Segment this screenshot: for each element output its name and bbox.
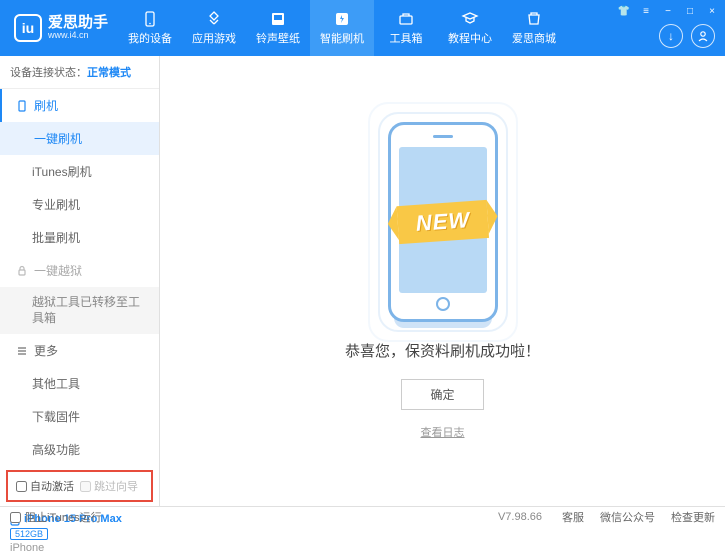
sidebar: 设备连接状态：正常模式 刷机 一键刷机 iTunes刷机 专业刷机 批量刷机 一… [0,56,160,506]
tutorials-icon [461,10,479,28]
store-icon [525,10,543,28]
new-badge: NEW [396,200,489,244]
apps-icon [205,10,223,28]
block-itunes-checkbox[interactable]: 阻止iTunes运行 [10,509,102,525]
logo: iu 爱思助手 www.i4.cn [0,14,118,42]
device-type: iPhone [10,542,149,554]
nav-flash[interactable]: 智能刷机 [310,0,374,56]
flash-icon [333,10,351,28]
section-label: 刷机 [34,97,58,114]
nav-store[interactable]: 爱思商城 [502,0,566,56]
app-url: www.i4.cn [48,31,108,41]
sidebar-item-advanced[interactable]: 高级功能 [0,433,159,466]
nav-tutorials[interactable]: 教程中心 [438,0,502,56]
footer-links: 客服 微信公众号 检查更新 [562,509,715,525]
sidebar-section-flash[interactable]: 刷机 [0,89,159,122]
app-header: iu 爱思助手 www.i4.cn 我的设备 应用游戏 铃声壁纸 智能刷机 工具… [0,0,725,56]
sidebar-item-pro-flash[interactable]: 专业刷机 [0,188,159,221]
sidebar-item-oneclick-flash[interactable]: 一键刷机 [0,122,159,155]
checkbox-label: 自动激活 [30,478,74,494]
download-icon[interactable]: ↓ [659,24,683,48]
checkbox-label: 阻止iTunes运行 [25,509,102,525]
sidebar-item-batch-flash[interactable]: 批量刷机 [0,221,159,254]
app-title: 爱思助手 [48,15,108,32]
section-label: 更多 [34,342,58,359]
ok-button[interactable]: 确定 [401,379,483,410]
nav-label: 工具箱 [390,30,423,46]
success-message: 恭喜您，保资料刷机成功啦！ [345,340,540,361]
nav-apps[interactable]: 应用游戏 [182,0,246,56]
footer-link-update[interactable]: 检查更新 [671,509,715,525]
nav-label: 铃声壁纸 [256,30,300,46]
device-status: 设备连接状态：正常模式 [0,56,159,89]
nav-label: 爱思商城 [512,30,556,46]
nav-label: 应用游戏 [192,30,236,46]
success-illustration: NEW [388,122,498,322]
skip-guide-checkbox[interactable]: 跳过向导 [80,478,138,494]
nav-ringtones[interactable]: 铃声壁纸 [246,0,310,56]
view-log-link[interactable]: 查看日志 [421,424,465,440]
maximize-icon[interactable]: □ [683,4,697,18]
header-actions: ↓ [659,24,715,48]
device-icon [141,10,159,28]
status-label: 设备连接状态： [10,67,87,79]
checkbox-label: 跳过向导 [94,478,138,494]
user-icon[interactable] [691,24,715,48]
menu-icon[interactable]: ≡ [639,4,653,18]
close-icon[interactable]: × [705,4,719,18]
sidebar-item-itunes-flash[interactable]: iTunes刷机 [0,155,159,188]
phone-small-icon [16,100,28,112]
nav-label: 我的设备 [128,30,172,46]
skin-icon[interactable]: 👕 [617,4,631,18]
logo-icon: iu [14,14,42,42]
main-content: NEW 恭喜您，保资料刷机成功啦！ 确定 查看日志 [160,56,725,506]
activation-options: 自动激活 跳过向导 [6,470,153,502]
sidebar-item-jailbreak-moved[interactable]: 越狱工具已转移至工具箱 [0,287,159,334]
device-storage: 512GB [10,528,48,540]
top-nav: 我的设备 应用游戏 铃声壁纸 智能刷机 工具箱 教程中心 爱思商城 [118,0,566,56]
list-icon [16,345,28,357]
sidebar-section-jailbreak[interactable]: 一键越狱 [0,254,159,287]
nav-my-device[interactable]: 我的设备 [118,0,182,56]
nav-label: 教程中心 [448,30,492,46]
sidebar-section-more[interactable]: 更多 [0,334,159,367]
nav-label: 智能刷机 [320,30,364,46]
window-controls: 👕 ≡ − □ × [617,4,719,18]
status-mode: 正常模式 [87,67,131,79]
section-label: 一键越狱 [34,262,82,279]
nav-toolbox[interactable]: 工具箱 [374,0,438,56]
ringtone-icon [269,10,287,28]
version-label: V7.98.66 [498,511,542,523]
toolbox-icon [397,10,415,28]
sidebar-item-other-tools[interactable]: 其他工具 [0,367,159,400]
footer-link-wechat[interactable]: 微信公众号 [600,509,655,525]
minimize-icon[interactable]: − [661,4,675,18]
auto-activate-checkbox[interactable]: 自动激活 [16,478,74,494]
sidebar-item-download-firmware[interactable]: 下载固件 [0,400,159,433]
footer-link-support[interactable]: 客服 [562,509,584,525]
lock-icon [16,265,28,277]
